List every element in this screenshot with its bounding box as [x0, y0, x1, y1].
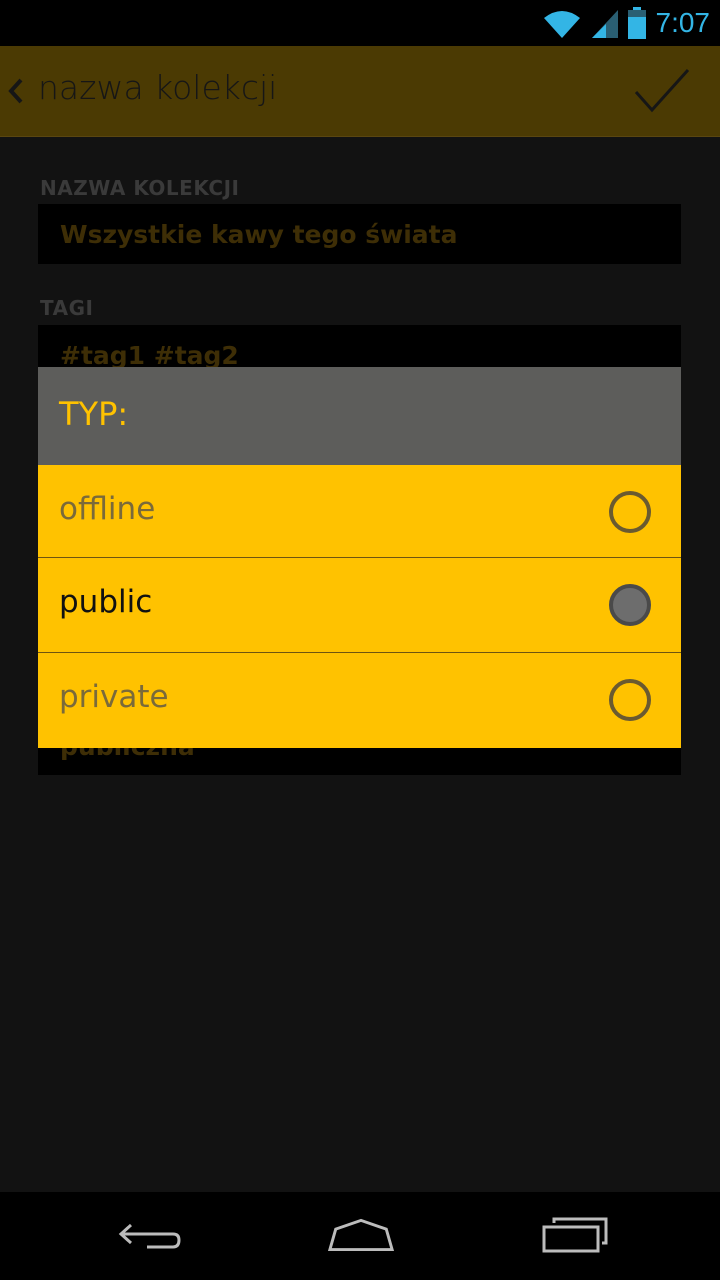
- radio-selected-icon[interactable]: [609, 584, 651, 626]
- tags-label: TAGI: [40, 296, 94, 320]
- signal-icon: [591, 10, 618, 38]
- option-offline[interactable]: offline: [38, 465, 681, 559]
- recent-apps-button[interactable]: [540, 1210, 610, 1260]
- status-icons: 7:07: [542, 6, 711, 40]
- name-label: NAZWA KOLEKCJI: [40, 176, 240, 200]
- home-icon: [327, 1218, 395, 1252]
- navigation-bar: [0, 1192, 720, 1280]
- wifi-icon: [543, 11, 580, 38]
- back-button[interactable]: [115, 1210, 185, 1260]
- dialog-title: TYP:: [59, 395, 129, 433]
- chevron-left-icon[interactable]: [6, 76, 26, 106]
- status-bar: 7:07: [0, 0, 720, 46]
- radio-unselected-icon[interactable]: [609, 679, 651, 721]
- recent-apps-icon: [542, 1217, 608, 1253]
- option-private[interactable]: private: [38, 653, 681, 747]
- option-label: private: [59, 679, 169, 715]
- battery-icon: [627, 7, 646, 39]
- checkmark-icon[interactable]: [634, 68, 690, 114]
- name-value: Wszystkie kawy tego świata: [60, 220, 458, 249]
- dialog-header: TYP:: [38, 367, 681, 465]
- tags-value: #tag1 #tag2: [60, 341, 239, 370]
- name-field[interactable]: Wszystkie kawy tego świata: [38, 204, 681, 264]
- option-public[interactable]: public: [38, 558, 681, 652]
- status-time: 7:07: [655, 7, 711, 38]
- type-dialog: TYP: offline public private: [38, 367, 681, 748]
- home-button[interactable]: [326, 1210, 396, 1260]
- radio-unselected-icon[interactable]: [609, 491, 651, 533]
- option-label: offline: [59, 491, 156, 527]
- option-label: public: [59, 584, 153, 620]
- page-title[interactable]: nazwa kolekcji: [38, 68, 277, 107]
- action-bar: nazwa kolekcji: [0, 46, 720, 137]
- back-icon: [118, 1223, 181, 1249]
